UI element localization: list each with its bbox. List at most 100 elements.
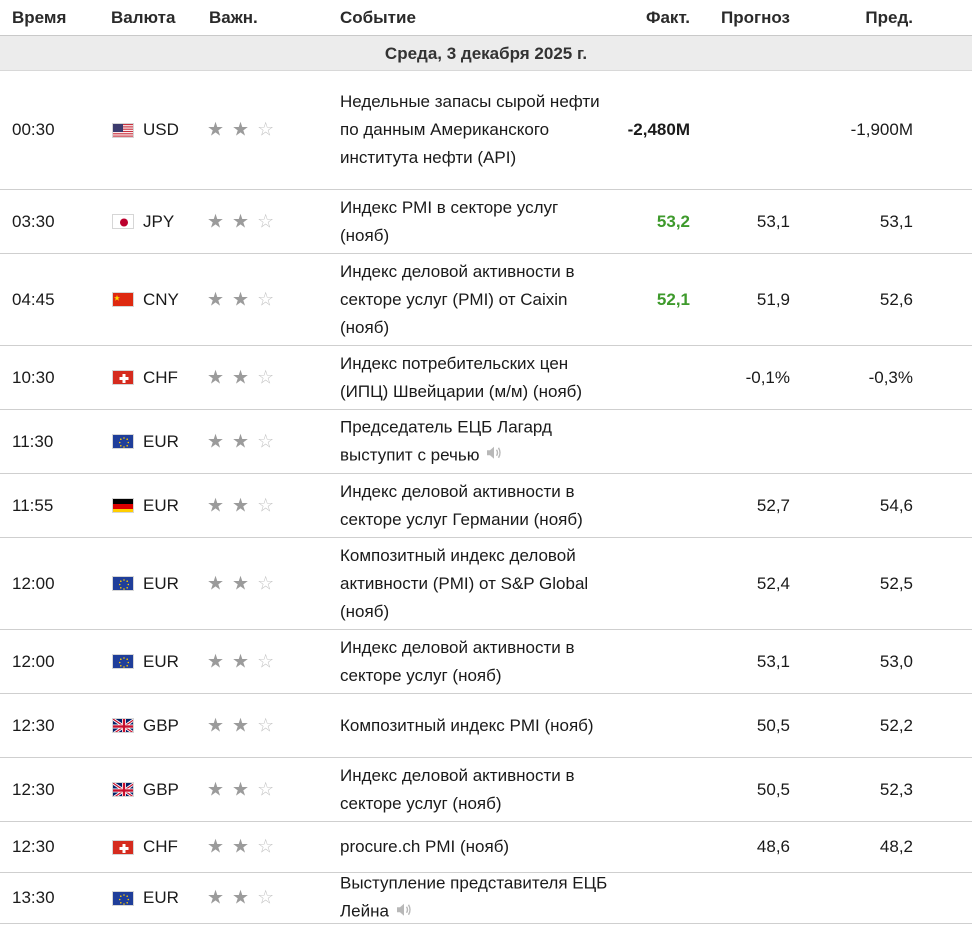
table-header: Время Валюта Важн. Событие Факт. Прогноз…: [0, 0, 972, 36]
star-empty-icon: ☆: [257, 573, 275, 594]
event-currency: GBP: [112, 780, 179, 800]
event-title[interactable]: procure.ch PMI (нояб): [340, 833, 612, 861]
event-previous: -0,3%: [868, 367, 913, 387]
event-title-text[interactable]: Председатель ЕЦБ Лагард выступит с речью: [340, 417, 552, 464]
event-row[interactable]: 04:45 CNY ★ ★ ☆ Индекс деловой активности в с…: [0, 254, 972, 346]
star-filled-icon: ★: [207, 573, 225, 594]
star-filled-icon: ★: [232, 495, 250, 516]
event-title[interactable]: Выступление представителя ЕЦБ Лейна: [340, 870, 612, 926]
star-filled-icon: ★: [207, 289, 225, 310]
event-time: 11:30: [12, 431, 54, 451]
event-title-text[interactable]: Индекс деловой активности в секторе услу…: [340, 482, 583, 529]
event-previous: 53,0: [879, 651, 913, 671]
star-filled-icon: ★: [207, 836, 225, 858]
importance-stars: ★ ★ ☆: [207, 496, 274, 515]
event-title[interactable]: Индекс деловой активности в секторе услу…: [340, 762, 612, 818]
star-filled-icon: ★: [207, 367, 225, 388]
event-time: 00:30: [12, 120, 55, 139]
event-currency: JPY: [112, 212, 174, 232]
currency-code: JPY: [143, 211, 175, 231]
event-title[interactable]: Индекс PMI в секторе услуг (нояб): [340, 194, 612, 250]
event-time: 12:00: [12, 573, 55, 593]
currency-code: EUR: [143, 651, 179, 671]
event-title-text[interactable]: Выступление представителя ЕЦБ Лейна: [340, 874, 607, 921]
eu-flag-icon: [112, 890, 134, 906]
event-title[interactable]: Индекс деловой активности в секторе услу…: [340, 258, 612, 342]
china-flag-icon: [112, 292, 134, 307]
event-title[interactable]: Индекс деловой активности в секторе услу…: [340, 634, 612, 690]
star-filled-icon: ★: [232, 119, 250, 141]
currency-code: USD: [143, 120, 179, 139]
event-list: 00:30 USD ★ ★ ☆ Недельные запасы сырой нефти …: [0, 71, 972, 924]
importance-stars: ★ ★ ☆: [207, 716, 274, 735]
event-previous: 52,3: [879, 779, 913, 799]
event-row[interactable]: 11:55 EUR ★ ★ ☆ Индекс деловой активности в с…: [0, 474, 972, 538]
event-title-text[interactable]: Композитный индекс деловой активности (P…: [340, 546, 588, 621]
header-event[interactable]: Событие: [340, 8, 416, 28]
event-row[interactable]: 12:30 GBP ★ ★ ☆ Индекс деловой активности в с…: [0, 758, 972, 822]
event-row[interactable]: 11:30 EUR ★ ★ ☆ Председатель ЕЦБ Лагард высту…: [0, 410, 972, 474]
event-currency: CNY: [112, 290, 179, 310]
event-row[interactable]: 12:30 CHF ★ ★ ☆ procure.ch PMI (нояб) 48,6 48,2: [0, 822, 972, 873]
event-forecast: 53,1: [756, 211, 790, 231]
event-title-text[interactable]: Индекс потребительских цен (ИПЦ) Швейцар…: [340, 354, 582, 401]
event-title[interactable]: Индекс деловой активности в секторе услу…: [340, 478, 612, 534]
importance-stars: ★ ★ ☆: [207, 889, 274, 908]
event-row[interactable]: 12:00 EUR ★ ★ ☆ Индекс деловой активности в с…: [0, 630, 972, 694]
event-previous: 53,1: [879, 211, 913, 231]
event-title-text[interactable]: Индекс PMI в секторе услуг (нояб): [340, 198, 558, 245]
star-empty-icon: ☆: [257, 651, 275, 672]
event-time: 10:30: [12, 367, 55, 387]
event-title[interactable]: Композитный индекс деловой активности (P…: [340, 542, 612, 626]
star-filled-icon: ★: [232, 887, 250, 909]
header-forecast[interactable]: Прогноз: [721, 8, 790, 28]
event-title-text[interactable]: Недельные запасы сырой нефти по данным А…: [340, 92, 600, 167]
importance-stars: ★ ★ ☆: [207, 368, 274, 387]
event-title-text[interactable]: Композитный индекс PMI (нояб): [340, 716, 594, 735]
event-row[interactable]: 12:30 GBP ★ ★ ☆ Композитный индекс PMI (нояб)…: [0, 694, 972, 758]
currency-code: EUR: [143, 573, 179, 593]
event-time: 11:55: [12, 495, 54, 515]
star-filled-icon: ★: [207, 211, 225, 232]
event-row[interactable]: 00:30 USD ★ ★ ☆ Недельные запасы сырой нефти …: [0, 71, 972, 190]
event-row[interactable]: 13:30 EUR ★ ★ ☆ Выступление представителя ЕЦБ…: [0, 873, 972, 924]
star-filled-icon: ★: [232, 367, 250, 388]
event-title[interactable]: Председатель ЕЦБ Лагард выступит с речью: [340, 413, 612, 470]
event-time: 12:30: [12, 837, 55, 856]
event-actual: -2,480M: [627, 120, 690, 139]
header-currency[interactable]: Валюта: [111, 8, 175, 28]
event-title-text[interactable]: procure.ch PMI (нояб): [340, 837, 509, 856]
header-actual[interactable]: Факт.: [646, 8, 690, 28]
importance-stars: ★ ★ ☆: [207, 121, 274, 140]
event-title[interactable]: Композитный индекс PMI (нояб): [340, 712, 612, 740]
star-filled-icon: ★: [207, 495, 225, 516]
event-row[interactable]: 03:30 JPY ★ ★ ☆ Индекс PMI в секторе услуг (н…: [0, 190, 972, 254]
star-filled-icon: ★: [207, 119, 225, 141]
header-previous[interactable]: Пред.: [865, 8, 913, 28]
event-previous: -1,900M: [850, 120, 913, 139]
star-filled-icon: ★: [232, 573, 250, 594]
currency-code: EUR: [143, 888, 179, 907]
star-filled-icon: ★: [207, 651, 225, 672]
event-forecast: -0,1%: [745, 367, 790, 387]
uk-flag-icon: [112, 782, 134, 797]
star-filled-icon: ★: [232, 779, 250, 800]
currency-code: CHF: [143, 367, 178, 387]
star-empty-icon: ☆: [257, 289, 275, 310]
star-empty-icon: ☆: [257, 431, 275, 452]
us-flag-icon: [112, 122, 134, 138]
event-title[interactable]: Индекс потребительских цен (ИПЦ) Швейцар…: [340, 350, 612, 406]
importance-stars: ★ ★ ☆: [207, 432, 274, 451]
star-filled-icon: ★: [232, 715, 250, 736]
event-title-text[interactable]: Индекс деловой активности в секторе услу…: [340, 638, 575, 685]
currency-code: CNY: [143, 289, 179, 309]
event-row[interactable]: 10:30 CHF ★ ★ ☆ Индекс потребительских цен (И…: [0, 346, 972, 410]
header-time[interactable]: Время: [12, 8, 66, 28]
event-title[interactable]: Недельные запасы сырой нефти по данным А…: [340, 88, 612, 172]
event-title-text[interactable]: Индекс деловой активности в секторе услу…: [340, 766, 575, 813]
star-filled-icon: ★: [207, 715, 225, 736]
header-importance[interactable]: Важн.: [209, 8, 258, 28]
event-row[interactable]: 12:00 EUR ★ ★ ☆ Композитный индекс деловой ак…: [0, 538, 972, 630]
event-title-text[interactable]: Индекс деловой активности в секторе услу…: [340, 262, 575, 337]
speaker-icon: [395, 898, 413, 926]
